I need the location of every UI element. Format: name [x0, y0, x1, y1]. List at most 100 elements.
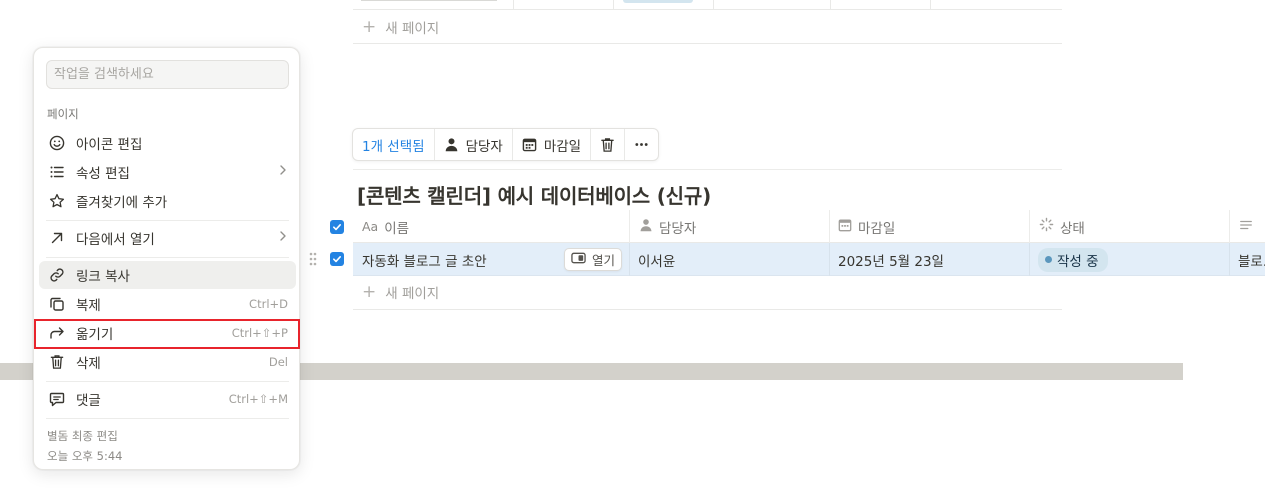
menu-item-label: 옮기기: [76, 327, 114, 343]
column-divider: [629, 243, 630, 276]
column-divider: [629, 210, 630, 243]
menu-item-label: 삭제: [76, 356, 101, 372]
column-header-name[interactable]: Aa 이름: [362, 210, 409, 243]
row-status[interactable]: 작성 중: [1038, 243, 1108, 276]
smiley-icon: [48, 134, 66, 152]
shortcut-hint: Ctrl+⇧+P: [231, 326, 288, 340]
column-divider: [513, 0, 514, 10]
trash-icon: [48, 353, 66, 371]
list-icon: [48, 163, 66, 181]
column-label: 이름: [384, 220, 410, 237]
row-due-date[interactable]: 2025년 5월 23일: [838, 243, 944, 276]
menu-item-copy-link[interactable]: 링크 복사: [39, 261, 296, 289]
menu-divider: [46, 220, 289, 221]
column-divider: [829, 210, 830, 243]
ellipsis-icon: [634, 137, 649, 152]
action-search-input[interactable]: [46, 60, 289, 89]
chevron-right-icon: [278, 164, 288, 180]
select-all-checkbox[interactable]: [330, 220, 344, 234]
column-divider: [1029, 243, 1030, 276]
trash-icon: [600, 137, 615, 153]
column-divider: [830, 0, 831, 10]
drag-handle-icon[interactable]: [308, 251, 318, 271]
divider: [353, 169, 1062, 170]
menu-item-label: 즐겨찾기에 추가: [76, 195, 168, 211]
column-divider: [829, 243, 830, 276]
person-icon: [639, 218, 653, 236]
side-peek-icon: [571, 252, 586, 267]
person-icon: [444, 137, 459, 152]
duplicate-icon: [48, 295, 66, 313]
column-divider: [930, 0, 931, 10]
status-label: 작성 중: [1057, 253, 1099, 270]
row-text[interactable]: 블로.: [1238, 243, 1265, 276]
column-label: 마감일: [858, 220, 896, 237]
last-edited-time: 오늘 오후 5:44: [47, 449, 123, 463]
move-arrow-icon: [48, 324, 66, 342]
delete-button[interactable]: [591, 129, 626, 160]
menu-item-label: 댓글: [76, 393, 101, 409]
new-page-button[interactable]: + 새 페이지: [362, 282, 439, 302]
row-checkbox[interactable]: [330, 252, 344, 266]
new-page-label: 새 페이지: [385, 21, 440, 37]
menu-divider: [46, 381, 289, 382]
shortcut-hint: Del: [268, 355, 288, 369]
menu-item-edit-properties[interactable]: 속성 편집: [39, 158, 296, 186]
table-row[interactable]: 자동화 블로그 글 초안 열기 이서윤 2025년 5월 23일 작성 중 블로…: [353, 243, 1265, 276]
column-label: 상태: [1060, 220, 1085, 237]
selected-count-label: 1개 선택됨: [362, 138, 425, 155]
column-header-text[interactable]: [1239, 210, 1259, 243]
check-icon: [333, 256, 341, 263]
menu-item-edit-icon[interactable]: 아이콘 편집: [39, 129, 296, 157]
column-label: 담당자: [659, 220, 697, 237]
more-button[interactable]: [625, 129, 658, 160]
menu-item-label: 복제: [76, 298, 101, 314]
column-header-status[interactable]: 상태: [1039, 210, 1085, 243]
column-divider: [1029, 210, 1030, 243]
menu-item-comment[interactable]: 댓글 Ctrl+⇧+M: [39, 385, 296, 413]
table-header: Aa 이름 담당자 마감일 상태: [353, 210, 1265, 243]
shortcut-hint: Ctrl+D: [249, 297, 288, 311]
row-assignee[interactable]: 이서윤: [638, 243, 675, 276]
menu-item-label: 속성 편집: [76, 166, 130, 182]
menu-item-label: 아이콘 편집: [76, 137, 143, 153]
status-badge: 작성 중: [1038, 247, 1108, 272]
menu-item-add-favorite[interactable]: 즐겨찾기에 추가: [39, 187, 296, 215]
selected-count-button[interactable]: 1개 선택됨: [353, 129, 435, 160]
open-label: 열기: [592, 253, 616, 268]
shortcut-hint: Ctrl+⇧+M: [228, 392, 288, 406]
new-page-button-top[interactable]: + 새 페이지: [362, 17, 439, 37]
row-name[interactable]: 자동화 블로그 글 초안: [362, 243, 487, 276]
column-divider: [1229, 243, 1230, 276]
due-date-label: 마감일: [543, 138, 582, 155]
link-icon: [48, 266, 66, 284]
menu-divider: [46, 257, 289, 258]
calendar-icon: [838, 218, 852, 236]
selection-toolbar: 1개 선택됨 담당자 마감일: [352, 128, 660, 161]
menu-item-move[interactable]: 옮기기 Ctrl+⇧+P: [39, 319, 296, 347]
assignee-button[interactable]: 담당자: [435, 129, 513, 160]
menu-divider: [46, 418, 289, 419]
menu-item-duplicate[interactable]: 복제 Ctrl+D: [39, 290, 296, 318]
calendar-icon: [522, 137, 537, 152]
open-button[interactable]: 열기: [564, 248, 623, 271]
menu-item-label: 링크 복사: [76, 269, 130, 285]
check-icon: [333, 224, 341, 231]
database-title[interactable]: [콘텐츠 캘린더] 예시 데이터베이스 (신규): [357, 180, 711, 209]
divider: [353, 309, 1062, 310]
chevron-right-icon: [278, 230, 288, 246]
text-prefix-icon: Aa: [362, 219, 379, 234]
plus-icon: +: [362, 281, 377, 302]
due-date-button[interactable]: 마감일: [513, 129, 592, 160]
column-header-due-date[interactable]: 마감일: [838, 210, 895, 243]
column-header-assignee[interactable]: 담당자: [639, 210, 696, 243]
context-menu: 페이지 아이콘 편집 속성 편집 즐겨찾기에 추가 다음에서 열기: [33, 47, 300, 470]
new-page-label: 새 페이지: [385, 286, 440, 302]
menu-item-delete[interactable]: 삭제 Del: [39, 348, 296, 376]
arrow-up-right-icon: [48, 229, 66, 247]
menu-item-label: 다음에서 열기: [76, 232, 155, 248]
menu-item-open-in[interactable]: 다음에서 열기: [39, 224, 296, 252]
status-pill-edge: [623, 0, 693, 3]
divider: [353, 43, 1062, 44]
star-icon: [48, 192, 66, 210]
